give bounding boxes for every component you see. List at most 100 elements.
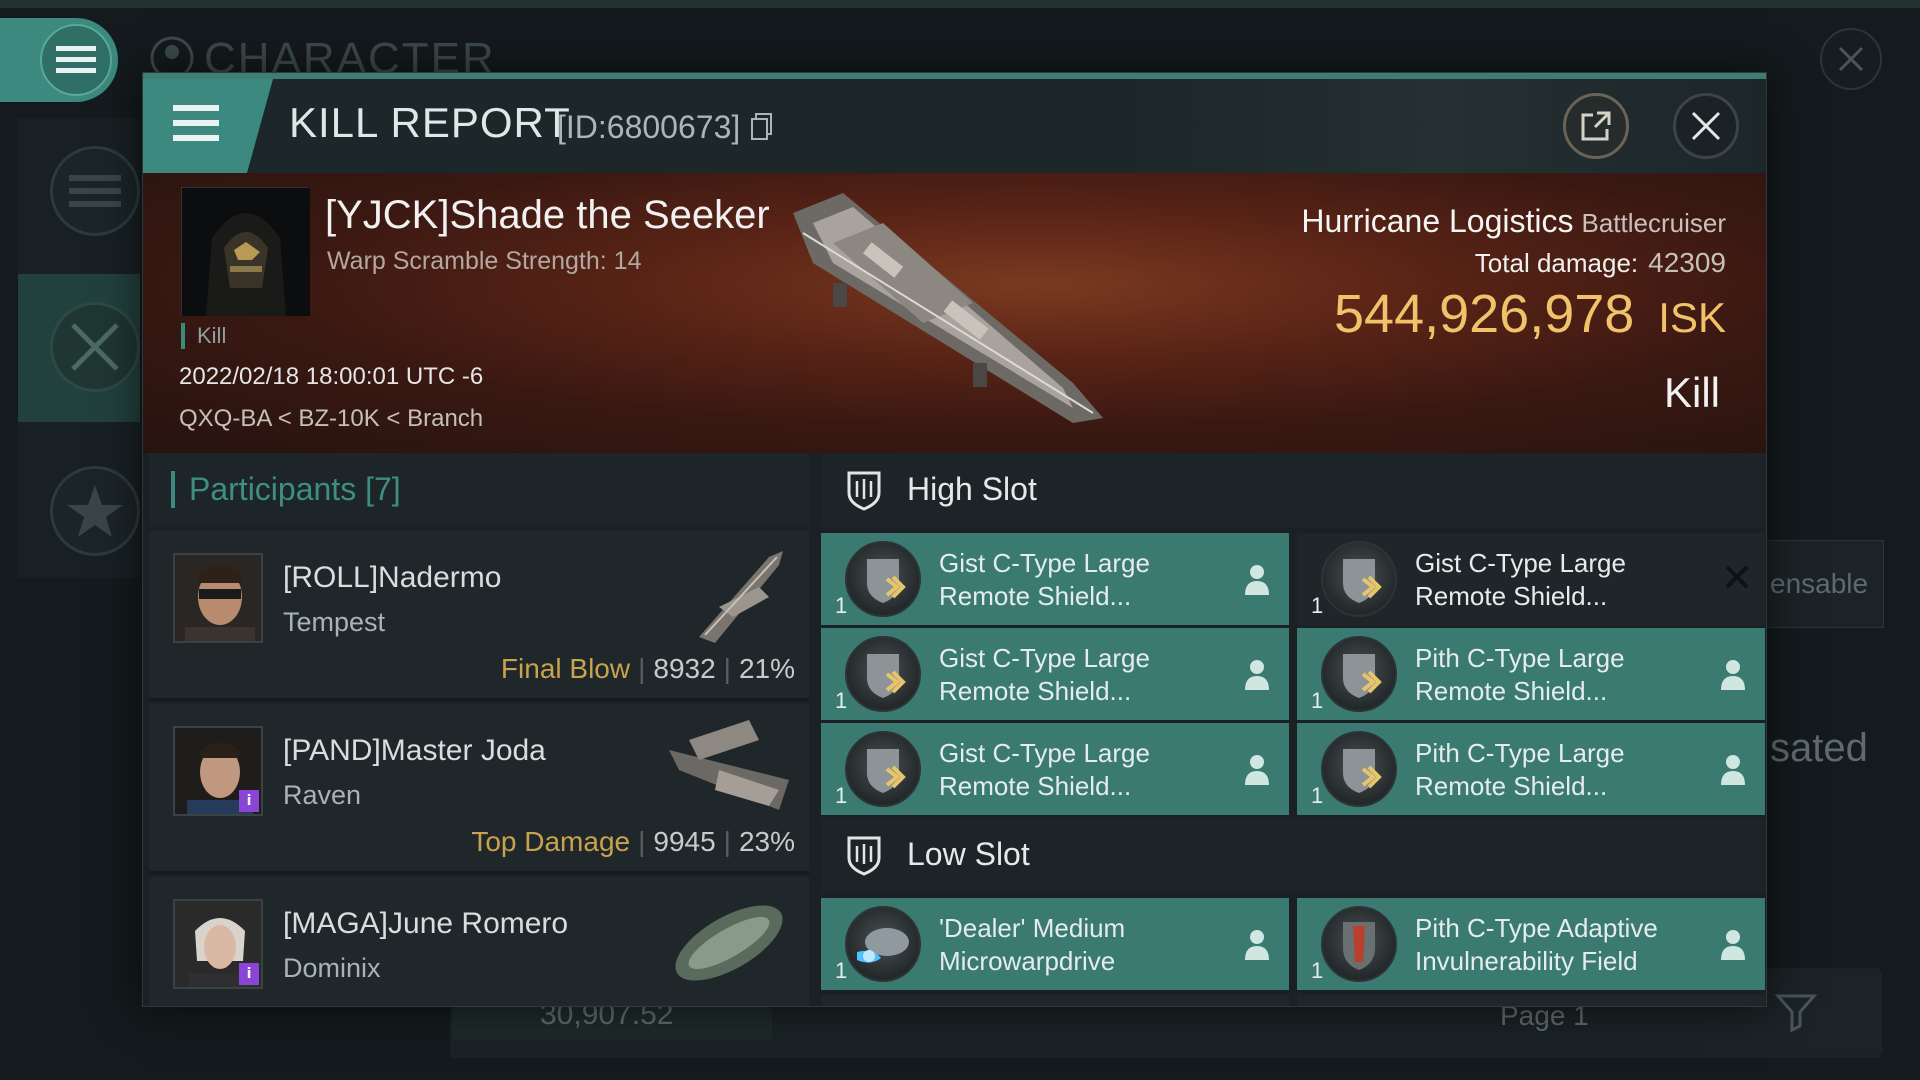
- modal-header: KILL REPORT [ID:6800673]: [143, 79, 1766, 173]
- sidebar-tab-list[interactable]: [18, 118, 140, 266]
- low-slot-header: Low Slot: [821, 818, 1766, 892]
- module-quantity: 1: [835, 593, 848, 618]
- participant-row[interactable]: i [MAGA]June Romero Dominix: [149, 877, 809, 1006]
- background-text-ensable: ensable: [1770, 568, 1869, 599]
- module-item-partial[interactable]: [1297, 995, 1765, 1006]
- shield-booster-icon: [845, 541, 921, 617]
- avatar: i: [173, 899, 263, 989]
- module-quantity: 1: [1311, 783, 1324, 808]
- person-icon: [1721, 930, 1745, 960]
- participant-role: Final Blow: [500, 653, 631, 684]
- module-item-partial[interactable]: [821, 995, 1289, 1006]
- participant-ship: Raven: [283, 780, 362, 810]
- shield-booster-icon: [845, 731, 921, 807]
- participant-role: Top Damage: [471, 826, 631, 857]
- participant-stats: Final Blow | 8932 | 21%: [500, 653, 795, 684]
- participant-row[interactable]: [ROLL]Nadermo Tempest Final Blow | 8932 | 21…: [149, 531, 809, 701]
- warp-scramble-strength: Warp Scramble Strength: 14: [327, 247, 642, 275]
- victim-banner: [YJCK]Shade the Seeker Warp Scramble Str…: [143, 173, 1766, 453]
- close-button[interactable]: [1673, 93, 1739, 159]
- menu-icon: [173, 105, 219, 141]
- participant-ship-image: [669, 720, 789, 810]
- star-icon: [50, 466, 140, 556]
- kill-type-tag: Kill: [181, 323, 226, 349]
- module-name: Gist C-Type Large Remote Shield...: [1415, 548, 1626, 611]
- fitting-panel: High Slot 1 Gist C-Type Large Remote Shie…: [821, 453, 1766, 1006]
- participant-name: [PAND]Master Joda: [283, 734, 546, 767]
- avatar: [173, 553, 263, 643]
- module-name: Gist C-Type Large Remote Shield...: [939, 738, 1150, 801]
- external-link-icon: [1581, 111, 1611, 141]
- kill-datetime: 2022/02/18 18:00:01 UTC -6: [179, 363, 484, 390]
- list-icon: [50, 146, 140, 236]
- background-close-button[interactable]: [1820, 28, 1882, 90]
- copy-icon[interactable]: [751, 113, 773, 141]
- person-icon: [1245, 565, 1269, 595]
- person-icon: [1245, 930, 1269, 960]
- participant-ship-image: [675, 905, 783, 981]
- module-quantity: 1: [1311, 958, 1324, 983]
- hooded-pilot-avatar: [182, 188, 310, 316]
- kill-report-modal: KILL REPORT [ID:6800673] [YJCK]Shade the…: [142, 72, 1767, 1007]
- participant-damage: 8932: [653, 653, 716, 684]
- page-title: KILL REPORT: [289, 99, 571, 146]
- victim-portrait[interactable]: [181, 187, 310, 316]
- victim-ship-class: Battlecruiser: [1581, 208, 1727, 238]
- info-badge-icon: i: [239, 963, 259, 985]
- share-button[interactable]: [1563, 93, 1629, 159]
- participant-ship-image: [699, 551, 783, 643]
- module-item[interactable]: 1 Gist C-Type Large Remote Shield...: [821, 533, 1289, 625]
- module-item[interactable]: 1 Gist C-Type Large Remote Shield...: [821, 723, 1289, 815]
- module-item[interactable]: 1 Gist C-Type Large Remote Shield...: [821, 628, 1289, 720]
- close-icon: [1838, 46, 1864, 72]
- participant-row[interactable]: i [PAND]Master Joda Raven Top Damage | 994…: [149, 704, 809, 874]
- participant-stats: Top Damage | 9945 | 23%: [471, 826, 795, 857]
- microwarpdrive-icon: [845, 906, 921, 982]
- victim-ship[interactable]: Hurricane Logistics Battlecruiser: [1301, 203, 1726, 240]
- isk-amount: 544,926,978: [1334, 284, 1635, 344]
- module-item[interactable]: 1 'Dealer' Medium Microwarpdrive: [821, 898, 1289, 990]
- high-slot-icon: [847, 471, 881, 511]
- participant-percent: 23%: [738, 826, 795, 857]
- module-item[interactable]: 1 Pith C-Type Large Remote Shield...: [1297, 723, 1765, 815]
- filter-icon: [1774, 994, 1818, 1032]
- module-name: 'Dealer' Medium Microwarpdrive: [939, 913, 1126, 976]
- victim-name[interactable]: [YJCK]Shade the Seeker: [325, 193, 770, 238]
- module-quantity: 1: [835, 958, 848, 983]
- isk-unit: ISK: [1658, 294, 1726, 341]
- crossed-swords-icon: [50, 302, 140, 392]
- avatar: i: [173, 726, 263, 816]
- module-quantity: 1: [835, 783, 848, 808]
- isk-value: 544,926,978 ISK: [1334, 283, 1726, 345]
- header-menu-button[interactable]: [143, 79, 273, 173]
- module-name: Pith C-Type Large Remote Shield...: [1415, 643, 1625, 706]
- kill-location[interactable]: QXQ-BA < BZ-10K < Branch: [179, 405, 483, 433]
- background-text-sated: sated: [1770, 726, 1868, 770]
- module-name: Pith C-Type Adaptive Invulnerability Fiel…: [1415, 913, 1658, 976]
- module-quantity: 1: [835, 688, 848, 713]
- module-item[interactable]: 1 Pith C-Type Adaptive Invulnerability Fi…: [1297, 898, 1765, 990]
- participants-title: Participants [7]: [171, 471, 401, 508]
- menu-icon: [40, 24, 112, 96]
- module-item[interactable]: 1 Pith C-Type Large Remote Shield...: [1297, 628, 1765, 720]
- participant-ship: Dominix: [283, 953, 381, 983]
- module-name: Gist C-Type Large Remote Shield...: [939, 548, 1150, 611]
- participant-ship: Tempest: [283, 607, 386, 637]
- module-quantity: 1: [1311, 593, 1324, 618]
- background-sidebar: [18, 118, 140, 578]
- destroyed-x-icon: [1725, 565, 1749, 589]
- sidebar-tab-combat[interactable]: [18, 274, 140, 422]
- participants-panel: Participants [7] [ROLL]Nadermo Tempest F…: [143, 453, 815, 1006]
- close-icon: [1691, 111, 1721, 141]
- low-slot-title: Low Slot: [907, 836, 1030, 872]
- sidebar-tab-favorites[interactable]: [18, 430, 140, 578]
- kill-result: Kill: [1663, 369, 1720, 416]
- victim-ship-image: [793, 193, 1103, 423]
- background-menu-button[interactable]: [0, 18, 118, 102]
- participants-header[interactable]: Participants [7]: [149, 453, 809, 527]
- total-damage: Total damage: 42309: [1475, 247, 1726, 279]
- info-badge-icon: i: [239, 790, 259, 812]
- participant-name: [ROLL]Nadermo: [283, 561, 502, 594]
- participant-damage: 9945: [653, 826, 716, 857]
- module-item[interactable]: 1 Gist C-Type Large Remote Shield...: [1297, 533, 1765, 625]
